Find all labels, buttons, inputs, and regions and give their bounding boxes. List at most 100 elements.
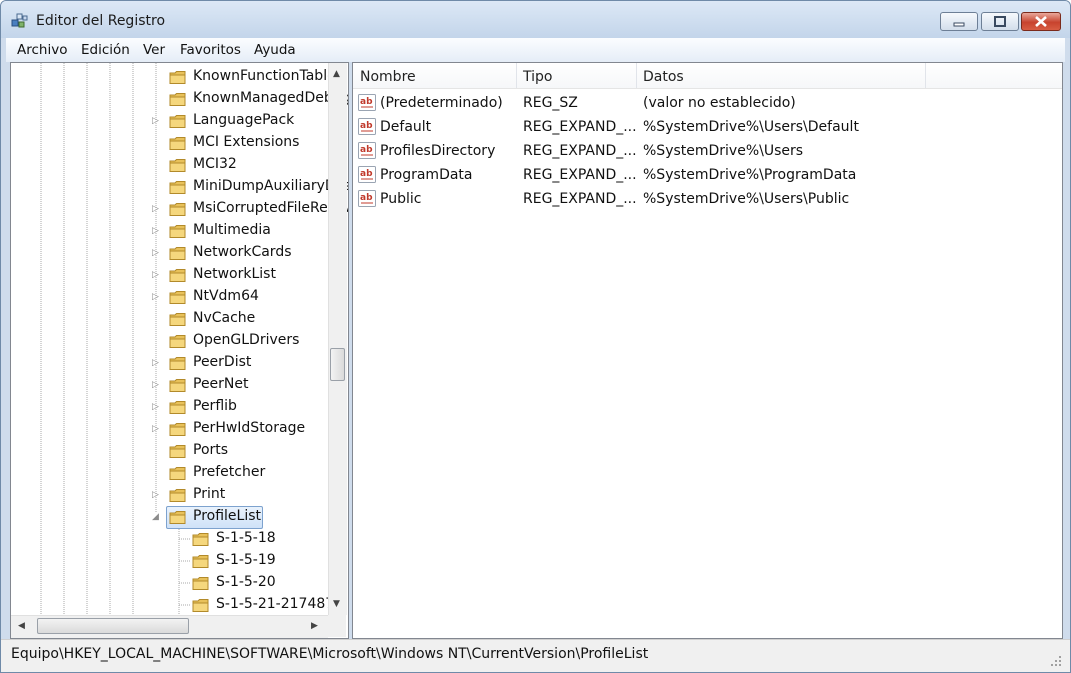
svg-text:ab: ab <box>360 121 373 131</box>
tree-item[interactable]: S-1-5-21-217487 <box>11 594 334 616</box>
restore-button[interactable] <box>981 12 1019 31</box>
tree-vertical-scroll-thumb[interactable] <box>330 348 345 381</box>
value-name: Public <box>380 191 422 207</box>
folder-icon <box>169 70 187 85</box>
svg-text:ab: ab <box>360 97 373 107</box>
tree-item[interactable]: S-1-5-19 <box>11 550 328 572</box>
tree-item-label: Ports <box>193 442 229 458</box>
string-value-icon: ab <box>358 166 376 183</box>
values-list[interactable]: Nombre Tipo Datos ab (Predeterminado) REG_… <box>352 62 1063 639</box>
tree-item[interactable]: S-1-5-20 <box>11 572 328 594</box>
folder-icon <box>169 114 187 129</box>
tree-item[interactable]: ▷ NetworkCards <box>11 242 328 264</box>
column-header-row: Nombre Tipo Datos <box>353 63 1062 89</box>
minimize-button[interactable] <box>940 12 978 31</box>
expand-arrow-icon[interactable]: ▷ <box>152 226 162 236</box>
expand-arrow-icon[interactable]: ▷ <box>152 358 162 368</box>
tree-item[interactable]: OpenGLDrivers <box>11 330 328 352</box>
menu-ayuda[interactable]: Ayuda <box>254 42 296 58</box>
tree-item[interactable]: ▷ Print <box>11 484 328 506</box>
collapse-arrow-icon[interactable]: ◢ <box>152 512 162 522</box>
column-header-nombre[interactable]: Nombre <box>360 69 416 85</box>
tree-item[interactable]: MCI Extensions <box>11 132 328 154</box>
tree-vertical-scrollbar[interactable]: ▲ ▼ <box>328 63 347 615</box>
tree-item[interactable]: MiniDumpAuxiliaryDlls <box>11 176 348 198</box>
string-value-icon: ab <box>358 142 376 159</box>
scroll-left-icon[interactable]: ◀ <box>18 621 25 631</box>
tree-item[interactable]: MCI32 <box>11 154 328 176</box>
folder-icon <box>169 466 187 481</box>
tree-item-label: MCI Extensions <box>193 134 300 150</box>
menu-bar: Archivo Edición Ver Favoritos Ayuda <box>6 38 1065 62</box>
expand-arrow-icon[interactable]: ▷ <box>152 270 162 280</box>
tree-item-label: MCI32 <box>193 156 237 172</box>
tree-item[interactable]: ▷ PeerNet <box>11 374 328 396</box>
title-bar[interactable]: Editor del Registro <box>1 1 1070 38</box>
expand-arrow-icon[interactable]: ▷ <box>152 402 162 412</box>
key-path: Equipo\HKEY_LOCAL_MACHINE\SOFTWARE\Micro… <box>11 646 649 662</box>
folder-icon <box>169 334 187 349</box>
menu-ver[interactable]: Ver <box>143 42 165 58</box>
value-row[interactable]: ab (Predeterminado) REG_SZ (valor no establ… <box>353 91 1062 115</box>
value-row[interactable]: ab ProgramData REG_EXPAND_... %SystemDrive%… <box>353 163 1062 187</box>
tree-item-label: PerHwIdStorage <box>193 420 306 436</box>
tree-item[interactable]: KnownManagedDebuggingDlls <box>11 88 348 110</box>
column-divider[interactable] <box>516 63 517 88</box>
column-divider[interactable] <box>925 63 926 88</box>
value-row[interactable]: ab ProfilesDirectory REG_EXPAND_... %System… <box>353 139 1062 163</box>
scroll-up-icon[interactable]: ▲ <box>333 69 340 79</box>
scroll-down-icon[interactable]: ▼ <box>333 599 340 609</box>
folder-icon <box>169 246 187 261</box>
expand-arrow-icon[interactable]: ▷ <box>152 248 162 258</box>
string-value-icon: ab <box>358 118 376 135</box>
tree-item[interactable]: NvCache <box>11 308 328 330</box>
tree-item[interactable]: ▷ NtVdm64 <box>11 286 328 308</box>
tree-item-label: KnownFunctionTable <box>193 68 336 84</box>
registry-tree[interactable]: KnownFunctionTable KnownManagedDebuggingD… <box>10 62 349 639</box>
tree-item-label: Perflib <box>193 398 237 414</box>
menu-edicion[interactable]: Edición <box>81 42 130 58</box>
close-button[interactable] <box>1021 12 1061 31</box>
expand-arrow-icon[interactable]: ▷ <box>152 380 162 390</box>
value-row[interactable]: ab Default REG_EXPAND_... %SystemDrive%\Use… <box>353 115 1062 139</box>
resize-grip-icon[interactable] <box>1050 655 1062 667</box>
tree-item[interactable]: ▷ PeerDist <box>11 352 328 374</box>
tree-horizontal-scroll-thumb[interactable] <box>37 618 189 634</box>
column-divider[interactable] <box>636 63 637 88</box>
tree-item-label: KnownManagedDebuggingDlls <box>193 90 348 106</box>
tree-item[interactable]: ▷ NetworkList <box>11 264 328 286</box>
svg-text:ab: ab <box>360 193 373 203</box>
tree-item[interactable]: ▷ LanguagePack <box>11 110 328 132</box>
tree-item-label: S-1-5-21-217487 <box>216 596 335 612</box>
menu-favoritos[interactable]: Favoritos <box>180 42 241 58</box>
registry-editor-icon <box>11 13 28 28</box>
expand-arrow-icon[interactable]: ▷ <box>152 116 162 126</box>
tree-item[interactable]: ▷ Perflib <box>11 396 328 418</box>
expand-arrow-icon[interactable]: ▷ <box>152 292 162 302</box>
value-type: REG_EXPAND_... <box>523 191 637 207</box>
scroll-right-icon[interactable]: ▶ <box>311 621 318 631</box>
tree-item[interactable]: S-1-5-18 <box>11 528 328 550</box>
value-row[interactable]: ab Public REG_EXPAND_... %SystemDrive%\User… <box>353 187 1062 211</box>
tree-item[interactable]: KnownFunctionTable <box>11 66 336 88</box>
tree-item[interactable]: ▷ PerHwIdStorage <box>11 418 328 440</box>
tree-item[interactable]: ▷ MsiCorruptedFileRecovery <box>11 198 348 220</box>
value-data: %SystemDrive%\Users\Public <box>643 191 850 207</box>
column-header-tipo[interactable]: Tipo <box>523 69 552 85</box>
tree-item-label: PeerNet <box>193 376 249 392</box>
menu-archivo[interactable]: Archivo <box>17 42 67 58</box>
tree-item[interactable]: ◢ ProfileList <box>11 506 328 529</box>
expand-arrow-icon[interactable]: ▷ <box>152 204 162 214</box>
folder-icon <box>169 422 187 437</box>
tree-horizontal-scrollbar[interactable]: ◀ ▶ <box>11 615 328 638</box>
svg-text:ab: ab <box>360 145 373 155</box>
tree-item[interactable]: Ports <box>11 440 328 462</box>
string-value-icon: ab <box>358 190 376 207</box>
expand-arrow-icon[interactable]: ▷ <box>152 424 162 434</box>
tree-item-label: ProfileList <box>193 508 262 524</box>
expand-arrow-icon[interactable]: ▷ <box>152 490 162 500</box>
tree-item[interactable]: ▷ Multimedia <box>11 220 328 242</box>
tree-item-label: NetworkList <box>193 266 276 282</box>
tree-item[interactable]: Prefetcher <box>11 462 328 484</box>
column-header-datos[interactable]: Datos <box>643 69 684 85</box>
